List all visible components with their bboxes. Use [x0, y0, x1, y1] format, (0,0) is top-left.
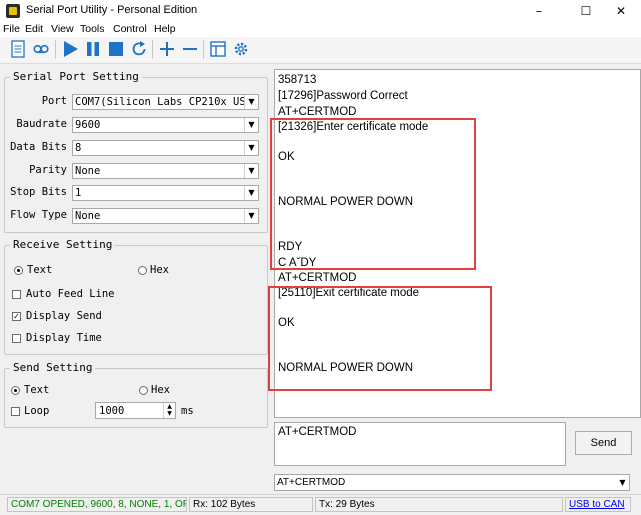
send-hex-label: Hex — [151, 384, 170, 396]
chevron-down-icon: ▼ — [244, 164, 258, 178]
receive-hex-radio[interactable] — [138, 266, 147, 275]
chevron-down-icon: ▼ — [244, 186, 258, 200]
display-send-checkbox[interactable]: ✓ — [12, 312, 21, 321]
log-line: AT+CERTMOD — [278, 272, 357, 284]
display-time-label: Display Time — [26, 332, 102, 344]
data-bits-select[interactable]: 8 ▼ — [72, 140, 259, 156]
flow-type-label: Flow Type — [10, 209, 67, 221]
send-input[interactable]: AT+CERTMOD — [274, 422, 566, 466]
tx-counter: Tx: 29 Bytes — [315, 497, 563, 512]
spin-arrows-icon[interactable]: ▲ ▼ — [163, 403, 175, 418]
baudrate-label: Baudrate — [16, 118, 67, 130]
parity-label: Parity — [29, 164, 67, 176]
minimize-button[interactable]: – — [519, 0, 559, 22]
send-history-select[interactable]: AT+CERTMOD ▼ — [274, 474, 630, 491]
stop-bits-label: Stop Bits — [10, 186, 67, 198]
send-setting-legend: Send Setting — [10, 361, 96, 374]
chevron-down-icon: ▼ — [619, 478, 626, 487]
send-text-label: Text — [24, 384, 50, 396]
gear-icon[interactable] — [231, 39, 251, 59]
chevron-down-icon: ▼ — [244, 141, 258, 155]
send-text-radio[interactable] — [11, 386, 20, 395]
plus-icon[interactable] — [157, 39, 177, 59]
port-label: Port — [41, 95, 67, 107]
toolbar-separator — [203, 40, 204, 59]
stop-bits-select[interactable]: 1 ▼ — [72, 185, 259, 201]
data-bits-label: Data Bits — [10, 141, 67, 153]
chevron-down-icon: ▼ — [244, 209, 258, 223]
send-history-value: AT+CERTMOD — [277, 477, 346, 488]
auto-feed-line-checkbox[interactable] — [12, 290, 21, 299]
highlight-box — [268, 286, 492, 391]
minus-icon[interactable] — [180, 39, 200, 59]
stop-bits-value: 1 — [75, 187, 82, 199]
display-send-label: Display Send — [26, 310, 102, 322]
rx-counter: Rx: 102 Bytes — [189, 497, 313, 512]
title-bar: Serial Port Utility - Personal Edition –… — [0, 0, 641, 22]
toolbar-separator — [152, 40, 153, 59]
send-input-value: AT+CERTMOD — [278, 426, 357, 438]
play-icon[interactable] — [60, 39, 80, 59]
flow-type-select[interactable]: None ▼ — [72, 208, 259, 224]
port-status: COM7 OPENED, 9600, 8, NONE, 1, OFF — [7, 497, 187, 512]
log-line: 358713 — [278, 74, 317, 86]
log-line: AT+CERTMOD — [278, 106, 357, 118]
display-time-checkbox[interactable] — [12, 334, 21, 343]
send-setting-group — [4, 368, 268, 428]
toolbar — [0, 37, 641, 64]
parity-select[interactable]: None ▼ — [72, 163, 259, 179]
flow-type-value: None — [75, 210, 101, 222]
chevron-down-icon: ▼ — [244, 118, 258, 132]
port-value: COM7(Silicon Labs CP210x USB — [75, 96, 245, 108]
receive-setting-legend: Receive Setting — [10, 238, 116, 251]
baudrate-value: 9600 — [75, 119, 101, 131]
receive-hex-label: Hex — [150, 264, 169, 276]
send-hex-radio[interactable] — [139, 386, 148, 395]
window-title: Serial Port Utility - Personal Edition — [26, 4, 198, 16]
data-bits-value: 8 — [75, 142, 82, 154]
menu-view[interactable]: View — [51, 23, 74, 35]
menu-control[interactable]: Control — [113, 23, 147, 35]
window-icon[interactable] — [208, 39, 228, 59]
log-line: [17296]Password Correct — [278, 90, 408, 102]
receive-text-label: Text — [27, 264, 53, 276]
port-select[interactable]: COM7(Silicon Labs CP210x USB ▼ — [72, 94, 259, 110]
menu-help[interactable]: Help — [154, 23, 176, 35]
menu-file[interactable]: File — [3, 23, 20, 35]
send-button[interactable]: Send — [575, 431, 632, 455]
chevron-down-icon: ▼ — [244, 95, 258, 109]
receive-text-radio[interactable] — [14, 266, 23, 275]
highlight-box — [270, 118, 476, 270]
status-bar: COM7 OPENED, 9600, 8, NONE, 1, OFF Rx: 1… — [0, 494, 641, 515]
loop-checkbox[interactable] — [11, 407, 20, 416]
parity-value: None — [75, 165, 101, 177]
loop-unit-label: ms — [181, 405, 194, 417]
menu-tools[interactable]: Tools — [80, 23, 105, 35]
menu-edit[interactable]: Edit — [25, 23, 43, 35]
toolbar-separator — [55, 40, 56, 59]
usb-to-can-link[interactable]: USB to CAN — [565, 497, 631, 512]
baudrate-select[interactable]: 9600 ▼ — [72, 117, 259, 133]
serial-port-setting-legend: Serial Port Setting — [10, 70, 142, 83]
app-icon — [6, 4, 20, 18]
loop-interval-spinbox[interactable]: 1000 ▲ ▼ — [95, 402, 176, 419]
maximize-button[interactable]: ☐ — [566, 0, 606, 22]
loop-label: Loop — [24, 405, 50, 417]
record-icon[interactable] — [31, 39, 51, 59]
menu-bar: File Edit View Tools Control Help — [0, 22, 641, 37]
close-button[interactable]: ✕ — [601, 0, 641, 22]
stop-icon[interactable] — [106, 39, 126, 59]
pause-icon[interactable] — [83, 39, 103, 59]
loop-interval-value: 1000 — [99, 405, 125, 417]
document-icon[interactable] — [8, 39, 28, 59]
refresh-icon[interactable] — [129, 39, 149, 59]
auto-feed-line-label: Auto Feed Line — [26, 288, 115, 300]
